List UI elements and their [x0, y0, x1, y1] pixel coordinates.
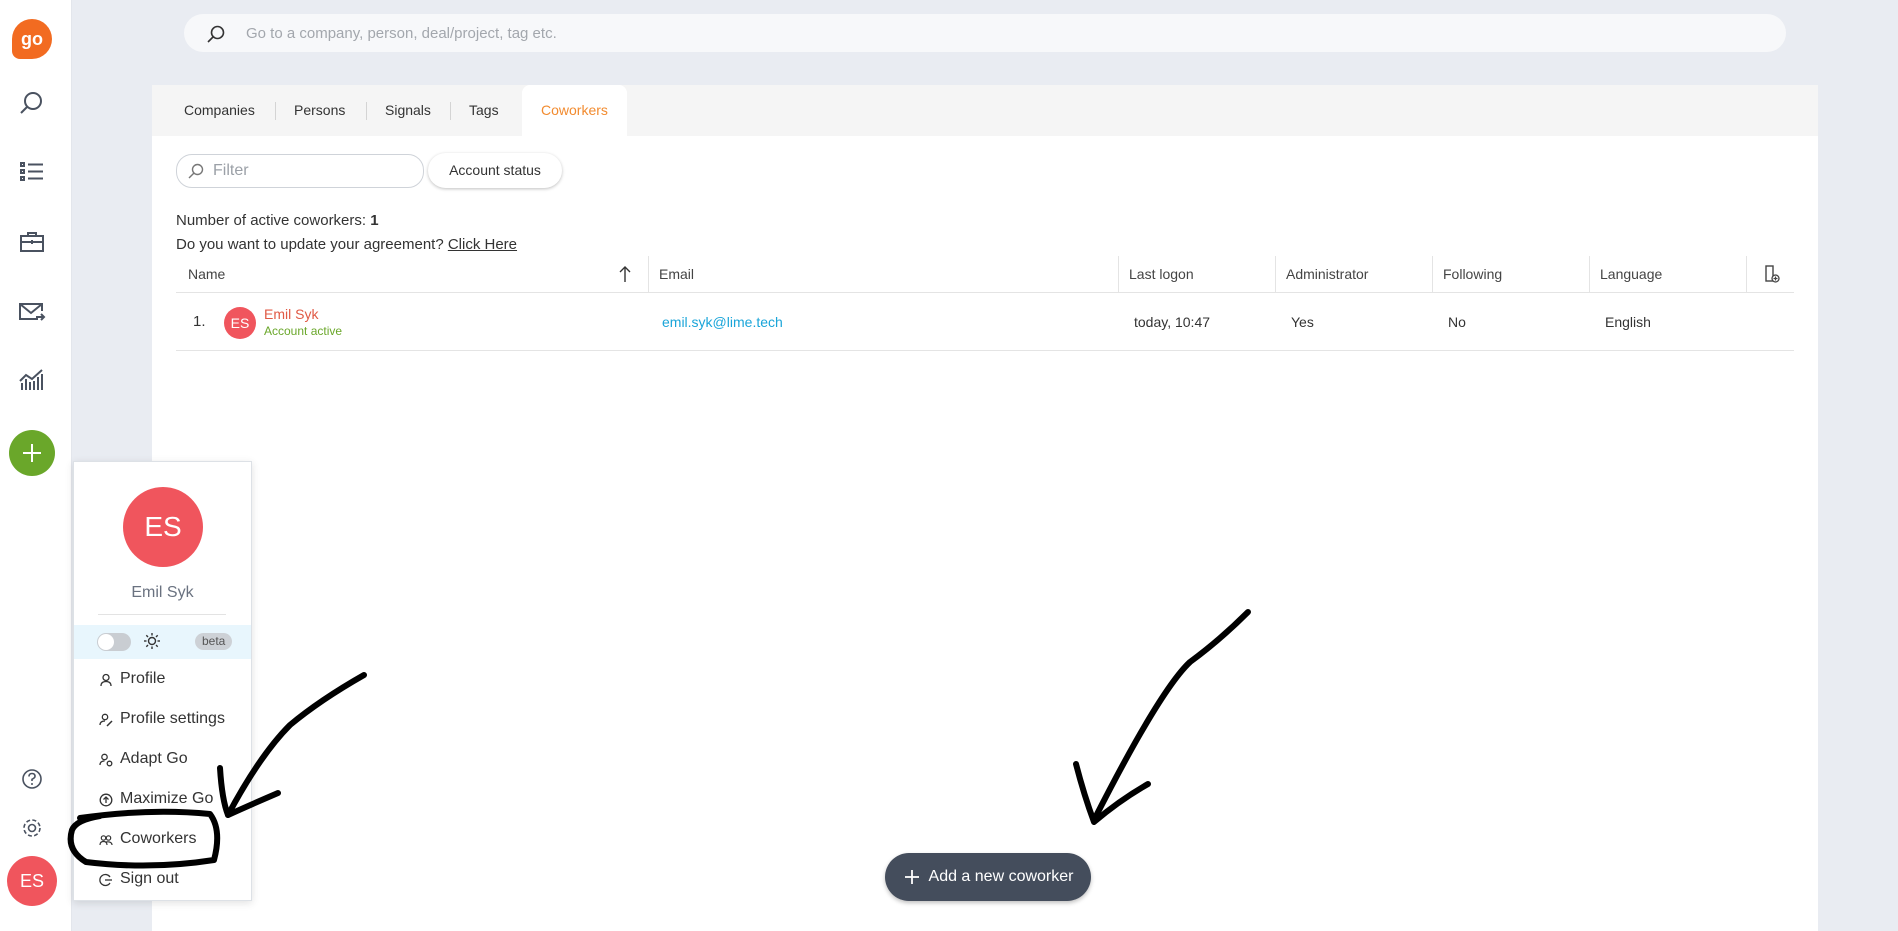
- menu-item-maximize-go[interactable]: Maximize Go: [74, 785, 251, 815]
- column-name[interactable]: Name: [188, 256, 225, 292]
- column-language[interactable]: Language: [1600, 256, 1662, 292]
- help-icon[interactable]: [15, 762, 49, 796]
- beta-badge: beta: [195, 633, 233, 650]
- tab-tags[interactable]: Tags: [450, 85, 518, 136]
- list-icon[interactable]: [15, 155, 49, 189]
- tab-companies[interactable]: Companies: [165, 85, 274, 136]
- search-icon: [187, 162, 205, 185]
- plus-icon: [23, 444, 41, 462]
- coworker-name[interactable]: Emil Syk: [264, 306, 318, 322]
- column-email[interactable]: Email: [659, 256, 694, 292]
- theme-row: beta: [74, 625, 251, 659]
- column-administrator[interactable]: Administrator: [1286, 256, 1368, 292]
- tab-coworkers[interactable]: Coworkers: [522, 85, 627, 136]
- filter-field[interactable]: [176, 154, 424, 188]
- administrator-value: Yes: [1291, 314, 1314, 330]
- column-following[interactable]: Following: [1443, 256, 1502, 292]
- avatar: ES: [123, 487, 203, 567]
- avatar: ES: [224, 307, 256, 339]
- column-last-logon[interactable]: Last logon: [1129, 256, 1194, 292]
- sign-out-icon: [99, 873, 112, 887]
- person-gear-icon: [99, 753, 113, 767]
- language-value: English: [1605, 314, 1651, 330]
- person-edit-icon: [99, 713, 113, 727]
- tab-bar: Companies Persons Signals Tags Coworkers: [152, 85, 1818, 136]
- briefcase-icon[interactable]: [15, 225, 49, 259]
- row-index: 1.: [193, 313, 206, 330]
- go-logo[interactable]: go: [12, 19, 52, 59]
- search-icon[interactable]: [15, 86, 49, 120]
- tab-persons[interactable]: Persons: [275, 85, 364, 136]
- search-icon: [206, 24, 226, 49]
- people-icon: [99, 835, 113, 846]
- table-row[interactable]: 1. ES Emil Syk Account active emil.syk@l…: [176, 294, 1794, 351]
- menu-item-profile-settings[interactable]: Profile settings: [74, 705, 251, 735]
- agreement-notice: Do you want to update your agreement? Cl…: [176, 236, 518, 253]
- menu-item-profile[interactable]: Profile: [74, 665, 251, 695]
- sort-ascending-icon[interactable]: [617, 265, 633, 286]
- table-header: Name Email Last logon Administrator Foll…: [176, 256, 1794, 293]
- search-input[interactable]: [246, 14, 1746, 52]
- plus-icon: [904, 870, 919, 884]
- coworker-email[interactable]: emil.syk@lime.tech: [662, 314, 783, 330]
- dark-mode-toggle[interactable]: [97, 633, 131, 651]
- user-name: Emil Syk: [131, 584, 194, 601]
- tab-signals[interactable]: Signals: [366, 85, 450, 136]
- following-value: No: [1448, 314, 1466, 330]
- left-rail: go ES: [0, 0, 72, 931]
- agreement-link[interactable]: Click Here: [448, 236, 517, 253]
- column-settings-icon[interactable]: [1763, 264, 1781, 287]
- menu-item-sign-out[interactable]: Sign out: [74, 865, 251, 895]
- menu-item-coworkers[interactable]: Coworkers: [74, 825, 251, 855]
- arrow-up-circle-icon: [99, 793, 113, 807]
- mail-send-icon[interactable]: [15, 295, 49, 329]
- active-coworkers-count: Number of active coworkers: 1: [176, 212, 379, 229]
- global-search[interactable]: [184, 14, 1786, 52]
- sun-icon: [143, 632, 161, 655]
- user-menu: ES Emil Syk beta Profile Profile setting…: [73, 461, 252, 901]
- create-new-button[interactable]: [9, 430, 55, 476]
- filter-input[interactable]: [213, 155, 413, 187]
- person-icon: [100, 673, 112, 687]
- chart-icon[interactable]: [15, 363, 49, 397]
- gear-icon[interactable]: [15, 811, 49, 845]
- add-coworker-button[interactable]: Add a new coworker: [885, 853, 1091, 901]
- account-status-button[interactable]: Account status: [428, 153, 562, 188]
- status-badge: Account active: [264, 324, 343, 338]
- user-avatar-button[interactable]: ES: [7, 856, 57, 906]
- menu-item-adapt-go[interactable]: Adapt Go: [74, 745, 251, 775]
- coworkers-panel: Companies Persons Signals Tags Coworkers…: [152, 85, 1818, 931]
- last-logon: today, 10:47: [1134, 314, 1211, 330]
